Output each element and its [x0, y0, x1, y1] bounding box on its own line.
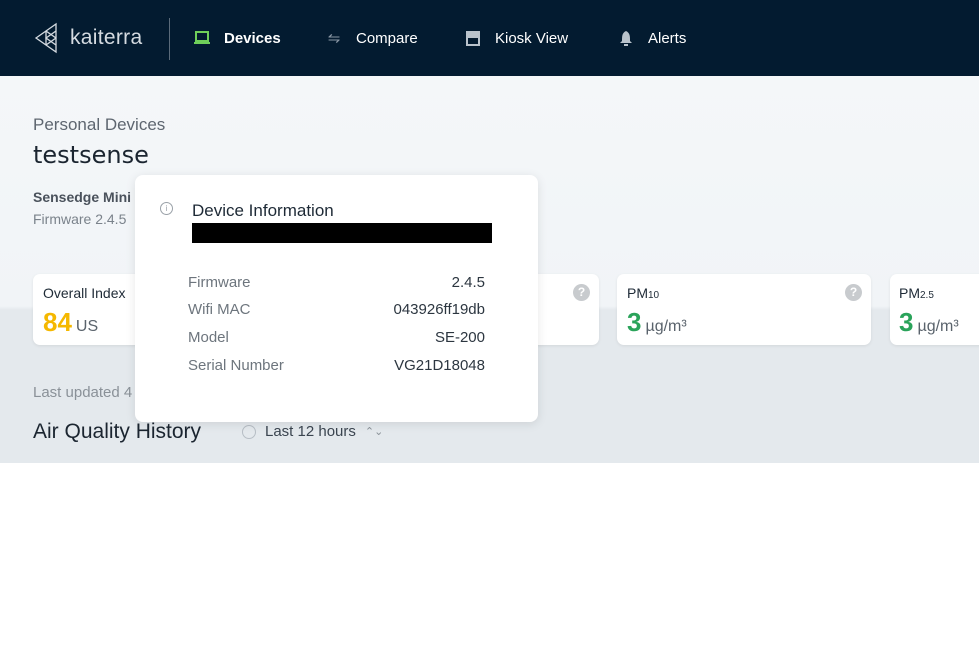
info-row: Wifi MAC 043926ff19db [188, 301, 485, 318]
clock-icon [242, 424, 256, 439]
info-value: 043926ff19db [393, 301, 486, 318]
info-key: Firmware [188, 274, 251, 291]
card-value: 3 [899, 307, 914, 337]
info-row: Serial Number VG21D18048 [188, 357, 485, 374]
redacted-bar [192, 223, 492, 243]
nav-compare[interactable]: ⇋ Compare [325, 29, 418, 48]
card-label: PM [627, 285, 648, 301]
nav-label: Devices [224, 29, 281, 47]
info-value: VG21D18048 [394, 357, 485, 374]
time-range-value: Last 12 hours [265, 423, 356, 440]
card-label-sub: 2.5 [920, 290, 934, 301]
time-range-select[interactable]: Last 12 hours ⌃⌄ [242, 423, 383, 440]
kaiterra-logo-icon [34, 22, 57, 54]
nav-label: Kiosk View [495, 29, 569, 47]
compare-arrows-icon: ⇋ [327, 30, 341, 47]
brand-name: kaiterra [70, 26, 143, 49]
card-label-sub: 10 [648, 290, 660, 301]
bell-icon [617, 29, 635, 47]
card-value: 3 [627, 307, 642, 337]
page-title: testsense [33, 141, 149, 169]
card-label: PM [899, 285, 920, 301]
laptop-icon [193, 29, 211, 47]
pm10-card[interactable]: PM10 3 µg/m³ ? [617, 274, 871, 345]
card-unit: µg/m³ [645, 318, 687, 335]
device-firmware: Firmware 2.4.5 [33, 211, 127, 227]
card-unit: US [75, 318, 99, 335]
nav-alerts[interactable]: Alerts [617, 29, 686, 47]
nav-label: Compare [356, 29, 418, 47]
breadcrumb[interactable]: Personal Devices [33, 115, 165, 135]
device-info-popup: i Device Information Firmware 2.4.5 Wifi … [135, 175, 538, 422]
card-value: 84 [43, 307, 72, 337]
nav-divider [169, 18, 170, 60]
nav-kiosk-view[interactable]: Kiosk View [464, 29, 568, 47]
history-title: Air Quality History [33, 420, 202, 443]
chevron-updown-icon: ⌃⌄ [364, 426, 384, 438]
info-value: 2.4.5 [451, 274, 485, 291]
help-icon[interactable]: ? [573, 284, 590, 301]
popup-title: Device Information [192, 201, 334, 220]
nav-label: Alerts [648, 29, 687, 47]
info-value: SE-200 [434, 329, 485, 346]
info-key: Model [188, 329, 229, 346]
info-key: Wifi MAC [188, 301, 251, 318]
pm25-card[interactable]: PM2.5 3 µg/m³ [890, 274, 979, 345]
info-icon: i [160, 202, 173, 215]
top-nav: kaiterra Devices ⇋ Compare Kiosk View Al… [0, 0, 979, 76]
help-icon[interactable]: ? [845, 284, 862, 301]
nav-devices[interactable]: Devices [193, 29, 281, 47]
card-unit: µg/m³ [917, 318, 959, 335]
card-label: Overall Index [43, 285, 126, 301]
device-model[interactable]: Sensedge Mini [33, 189, 131, 205]
info-row: Model SE-200 [188, 329, 485, 346]
last-updated: Last updated 4 [33, 384, 133, 401]
kaiterra-logo[interactable]: kaiterra [34, 22, 142, 54]
info-key: Serial Number [188, 357, 284, 374]
storefront-icon [464, 29, 482, 47]
info-row: Firmware 2.4.5 [188, 274, 485, 291]
